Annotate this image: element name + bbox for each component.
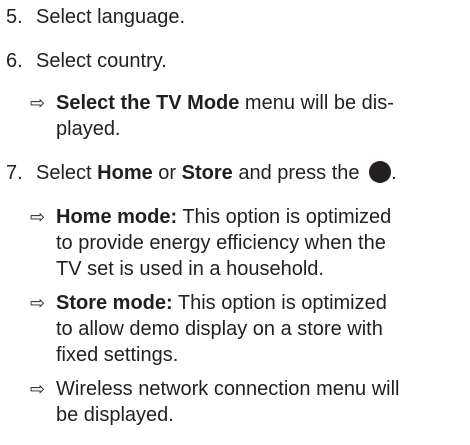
step-text: Select country.	[36, 50, 167, 72]
result-bold-text: Store mode:	[56, 292, 173, 314]
result-line: TV set is used in a household.	[56, 258, 324, 280]
result-text: This option is optimized	[172, 292, 387, 314]
arrow-right-icon: ⇨	[30, 293, 46, 313]
step-text: or	[152, 162, 182, 184]
result-text: This option is optimized	[177, 206, 392, 228]
arrow-right-icon: ⇨	[30, 207, 46, 227]
home-option-text: Home	[97, 162, 153, 184]
result-wireless-network: ⇨ Wireless network connection menu will …	[30, 376, 460, 428]
step-text: Select	[36, 162, 98, 184]
step-number: 7.	[6, 162, 23, 184]
step-7: 7. Select Home or Store and press the .	[0, 160, 470, 186]
result-bold-text: Home mode:	[56, 206, 178, 228]
step-number: 6.	[6, 50, 23, 72]
step-5: 5. Select language.	[0, 4, 470, 30]
arrow-right-icon: ⇨	[30, 379, 46, 399]
result-line: Store mode: This option is optimized	[30, 290, 460, 316]
result-text: menu will be dis-	[239, 92, 394, 114]
result-line: Wireless network connection menu will	[56, 378, 400, 400]
result-tv-mode: ⇨ Select the TV Mode menu will be dis- p…	[30, 90, 460, 142]
result-bold-text: Select the TV Mode	[56, 92, 240, 114]
result-line: Select the TV Mode menu will be dis-	[30, 90, 460, 116]
result-line: to allow demo display on a store with	[56, 318, 383, 340]
step-text: .	[391, 162, 397, 184]
result-line: be displayed.	[56, 404, 174, 426]
store-option-text: Store	[181, 162, 233, 184]
arrow-right-icon: ⇨	[30, 93, 46, 113]
step-text: and press the	[232, 162, 366, 184]
ok-button-icon	[369, 161, 392, 183]
result-line: played.	[56, 118, 121, 140]
result-line: Home mode: This option is optimized	[30, 204, 460, 230]
step-6: 6. Select country.	[0, 48, 470, 74]
result-line: to provide energy efficiency when the	[56, 232, 386, 254]
step-number: 5.	[6, 6, 23, 28]
result-home-mode: ⇨ Home mode: This option is optimized to…	[30, 204, 460, 282]
result-line: fixed settings.	[56, 344, 179, 366]
result-store-mode: ⇨ Store mode: This option is optimized t…	[30, 290, 460, 368]
step-text: Select language.	[36, 6, 186, 28]
